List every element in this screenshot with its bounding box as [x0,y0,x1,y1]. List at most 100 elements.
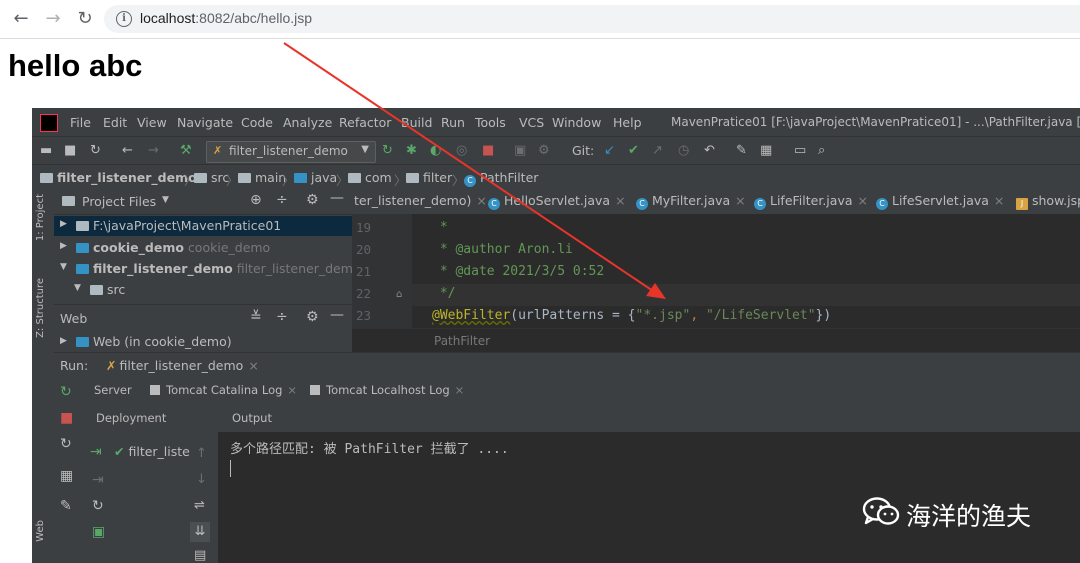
collapse-icon[interactable]: ÷ [276,192,288,208]
stop-icon[interactable]: ■ [482,143,494,159]
close-icon[interactable]: × [994,193,1004,208]
rerun-icon[interactable]: ↻ [60,384,72,400]
wrench-icon[interactable]: ✎ [736,143,747,159]
breadcrumb-item[interactable]: C PathFilter [464,170,538,187]
tab-file[interactable]: C HelloServlet.java × [488,193,626,210]
save-icon[interactable]: ■ [64,143,76,159]
run-config-select[interactable]: ✗ filter_listener_demo ▼ [206,141,376,163]
menu-help[interactable]: Help [613,115,642,130]
build-hammer-icon[interactable]: ⚒ [180,143,192,159]
tab-server[interactable]: Server [94,383,132,397]
stop-icon[interactable]: ■ [60,410,73,426]
menu-view[interactable]: View [137,115,167,130]
project-structure-icon[interactable]: ▦ [760,143,772,159]
tab-file[interactable]: C LifeServlet.java × [876,193,1004,210]
tab-deployment[interactable]: Deployment [96,411,166,425]
menu-refactor[interactable]: Refactor [339,115,391,130]
close-icon[interactable]: × [476,193,486,208]
web-tree-item[interactable]: Web (in cookie_demo) [76,334,232,349]
scroll-down-icon[interactable]: ↓ [196,472,207,487]
close-icon[interactable]: × [455,383,465,397]
menu-navigate[interactable]: Navigate [177,115,233,130]
rerun-icon[interactable]: ↻ [382,143,393,159]
git-rollback-icon[interactable]: ↶ [704,143,715,159]
breadcrumb-item[interactable]: java [294,170,337,185]
tree-item[interactable]: ▶ cookie_demo cookie_demo [54,238,352,258]
sync-icon[interactable]: ↻ [90,143,101,159]
menu-code[interactable]: Code [241,115,273,130]
tab-catalina-log[interactable]: Tomcat Catalina Log × [150,383,297,397]
breadcrumb-item[interactable]: main [238,170,286,185]
gear-icon[interactable]: ⚙ [306,309,319,325]
chevron-right-icon[interactable]: ▶ [60,336,67,346]
git-update-icon[interactable]: ↙ [604,143,615,159]
deployment-item[interactable]: ✔ filter_liste [114,444,190,459]
terminal-icon[interactable]: ▭ [794,143,806,159]
menu-window[interactable]: Window [552,115,601,130]
tab-output[interactable]: Output [232,411,272,425]
refresh-icon[interactable]: ↻ [92,498,104,514]
expand-icon[interactable]: ≚ [250,309,262,325]
tab-file[interactable]: ter_listener_demo) × [354,193,487,208]
update-app-icon[interactable]: ◐ [430,143,441,159]
tab-web[interactable]: Web [35,520,46,542]
tab-file[interactable]: Jshow.jsp [1016,193,1080,210]
close-icon[interactable]: × [287,383,297,397]
menu-run[interactable]: Run [441,115,465,130]
menu-vcs[interactable]: VCS [519,115,544,130]
hide-icon[interactable]: — [330,307,344,323]
forward-button[interactable]: → [40,6,66,32]
tab-localhost-log[interactable]: Tomcat Localhost Log × [310,383,464,397]
hide-icon[interactable]: — [330,190,344,206]
close-icon[interactable]: × [735,193,745,208]
close-icon[interactable]: × [615,193,625,208]
tree-item-selected[interactable]: ▶ F:\javaProject\MavenPratice01 [54,216,352,236]
collapse-icon[interactable]: ÷ [276,309,288,325]
chevron-down-icon[interactable]: ▼ [162,195,169,205]
project-panel-title[interactable]: Project Files [82,194,156,209]
menu-edit[interactable]: Edit [103,115,127,130]
menu-file[interactable]: File [70,115,91,130]
gear-icon[interactable]: ⚙ [306,192,319,208]
tab-structure[interactable]: Z: Structure [35,278,46,338]
debug-bug-icon[interactable]: ✱ [406,143,417,159]
layout-icon[interactable]: ▣ [514,143,526,159]
code-editor[interactable]: * * @author Aron.li * @date 2021/3/5 0:5… [412,214,1080,328]
breadcrumb-item[interactable]: src [194,170,229,185]
fold-icon[interactable]: ⌂ [396,289,402,300]
scroll-up-icon[interactable]: ↑ [196,446,207,461]
open-folder-icon[interactable]: ▬ [40,143,52,159]
menu-tools[interactable]: Tools [475,115,506,130]
code-breadcrumb-label[interactable]: PathFilter [434,334,490,348]
tree-item[interactable]: ▼ filter_listener_demo filter_listener_d… [54,259,361,279]
close-icon[interactable]: × [248,358,258,373]
run-config-tab[interactable]: ✗ filter_listener_demo × [106,358,259,373]
scroll-end-icon[interactable]: ⇊ [190,522,210,542]
search-icon[interactable]: ⌕ [818,143,825,159]
reload-button[interactable]: ↻ [72,6,98,32]
deploy-icon[interactable]: ⇥ [90,444,102,460]
print-icon[interactable]: ▤ [194,548,206,563]
attach-icon[interactable]: ⚙ [538,143,550,159]
git-push-icon[interactable]: ↗ [652,143,663,159]
target-icon[interactable]: ⊕ [250,192,262,208]
tab-file[interactable]: C MyFilter.java × [636,193,746,210]
soft-wrap-icon[interactable]: ⇌ [194,498,205,513]
profile-icon[interactable]: ◎ [456,143,467,159]
git-history-icon[interactable]: ◷ [678,143,689,159]
pin-icon[interactable]: ✎ [60,498,72,514]
breadcrumb-item[interactable]: filter [406,170,452,185]
git-commit-icon[interactable]: ✔ [628,143,639,159]
url-text[interactable]: localhost:8082/abc/hello.jsp [140,10,312,26]
breadcrumb-item[interactable]: filter_listener_demo [40,170,197,185]
refresh-icon[interactable]: ↻ [60,436,72,452]
breadcrumb-item[interactable]: com [348,170,392,185]
tab-project[interactable]: 1: Project [35,194,46,241]
address-bar[interactable]: i localhost:8082/abc/hello.jsp [104,5,1080,33]
menu-analyze[interactable]: Analyze [283,115,332,130]
info-icon[interactable]: i [116,11,132,27]
layout-icon[interactable]: ▦ [60,468,73,484]
forward-nav-icon[interactable]: → [148,143,159,159]
undeploy-icon[interactable]: ⇥ [92,472,104,488]
back-button[interactable]: ← [8,6,34,32]
